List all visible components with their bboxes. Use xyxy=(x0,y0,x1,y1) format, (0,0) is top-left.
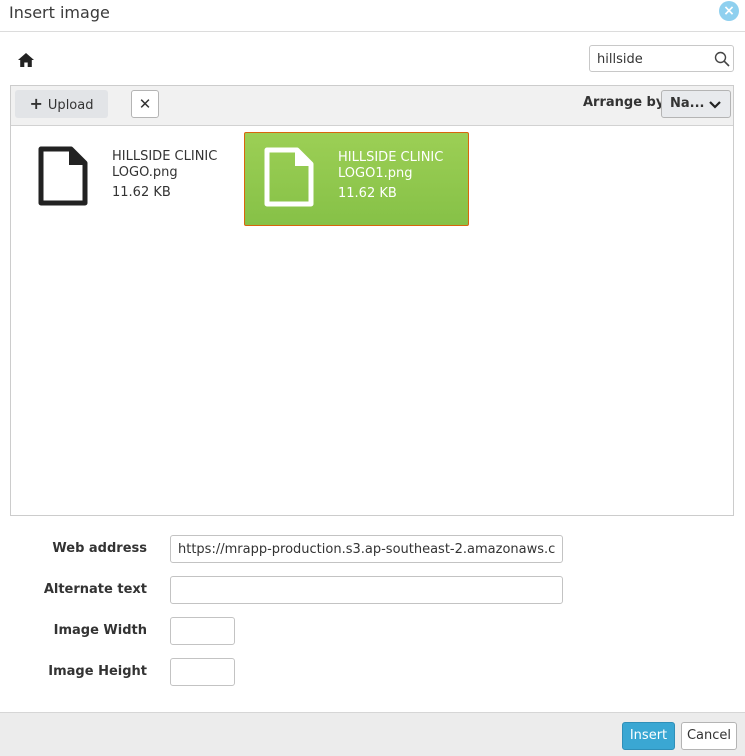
search-icon[interactable] xyxy=(714,51,730,67)
file-size: 11.62 KB xyxy=(112,185,171,200)
chevron-down-icon xyxy=(709,101,721,109)
insert-button[interactable]: Insert xyxy=(622,722,675,750)
alternate-text-label: Alternate text xyxy=(43,582,147,597)
image-height-label: Image Height xyxy=(48,664,147,679)
file-icon xyxy=(38,146,88,206)
dialog-footer: Insert Cancel xyxy=(0,712,745,756)
image-height-field[interactable] xyxy=(170,658,235,686)
file-name: HILLSIDE CLINIC LOGO1.png xyxy=(338,150,444,181)
arrange-value: Na... xyxy=(670,96,705,111)
search-input[interactable] xyxy=(597,50,707,68)
dialog-title: Insert image xyxy=(9,3,110,22)
image-width-field[interactable] xyxy=(170,617,235,645)
dialog-titlebar: Insert image × xyxy=(0,0,745,32)
browser-toolbar: + Upload ✕ Arrange by: Na... xyxy=(11,86,733,126)
upload-label: Upload xyxy=(47,98,94,113)
image-width-label: Image Width xyxy=(53,623,147,638)
upload-button[interactable]: + Upload xyxy=(15,90,108,118)
file-icon xyxy=(264,147,314,207)
alternate-text-field[interactable] xyxy=(170,576,563,604)
file-item[interactable]: HILLSIDE CLINIC LOGO.png 11.62 KB xyxy=(19,132,244,226)
file-size: 11.62 KB xyxy=(338,186,397,201)
web-address-label: Web address xyxy=(52,541,147,556)
plus-icon: + xyxy=(29,94,43,113)
clear-button[interactable]: ✕ xyxy=(131,90,159,118)
cancel-button[interactable]: Cancel xyxy=(681,722,737,750)
search-box[interactable] xyxy=(589,45,734,72)
arrange-label: Arrange by: xyxy=(583,95,670,110)
home-icon[interactable] xyxy=(17,52,35,68)
file-browser: + Upload ✕ Arrange by: Na... HILLSIDE CLI… xyxy=(10,85,734,516)
web-address-field[interactable] xyxy=(170,535,563,563)
arrange-select[interactable]: Na... xyxy=(661,90,731,118)
file-item-selected[interactable]: HILLSIDE CLINIC LOGO1.png 11.62 KB xyxy=(244,132,469,226)
file-name: HILLSIDE CLINIC LOGO.png xyxy=(112,149,218,180)
close-icon[interactable]: × xyxy=(719,1,739,21)
